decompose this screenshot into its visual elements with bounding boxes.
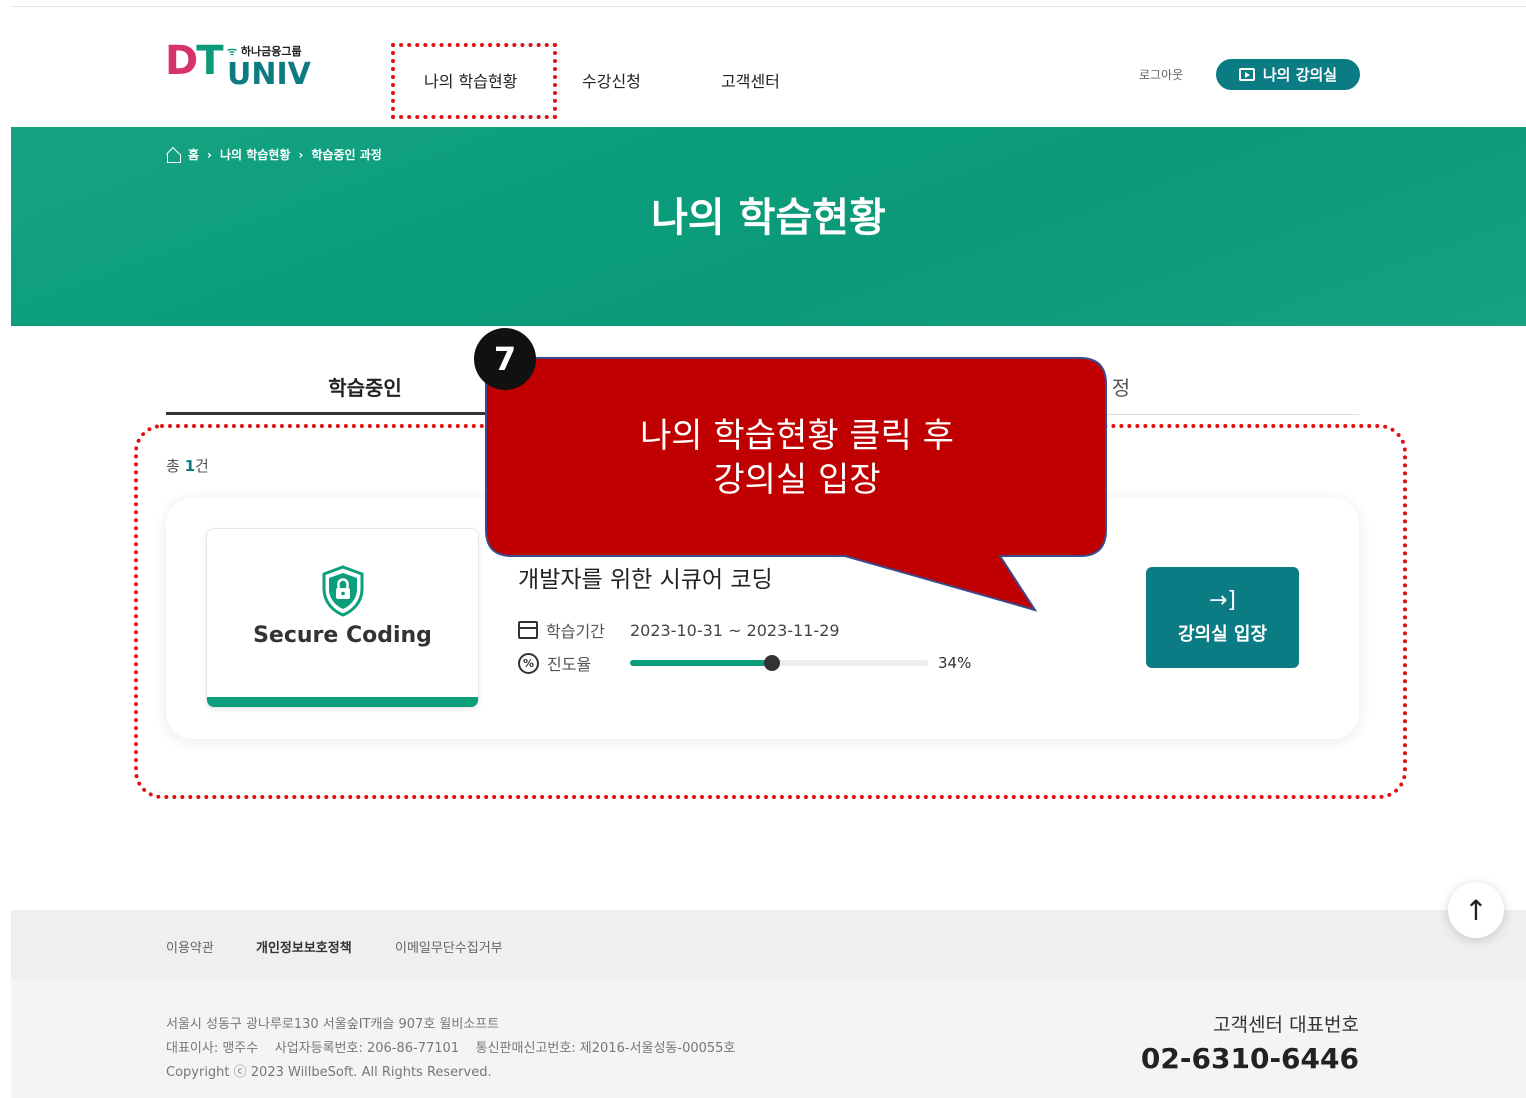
total-count: 총 1건 xyxy=(166,457,209,475)
shield-lock-icon xyxy=(322,565,364,617)
progress-row: % 진도율 34% xyxy=(518,651,971,675)
progress-percent: 34% xyxy=(938,654,972,672)
page: DT ᯤ 하나금융그룹 UNIV 나의 학습현황 수강신청 고객센터 로그아웃 … xyxy=(0,0,1526,1098)
page-title: 나의 학습현황 xyxy=(651,195,886,241)
footer-business-info: 대표이사: 맹주수 사업자등록번호: 206-86-77101 통신판매신고번호… xyxy=(166,1041,736,1056)
login-arrow-icon: →] xyxy=(1208,587,1237,613)
page-banner: 홈 › 나의 학습현황 › 학습중인 과정 나의 학습현황 xyxy=(11,127,1526,326)
home-icon[interactable] xyxy=(166,148,181,163)
footer-copyright: Copyright ⓒ 2023 WillbeSoft. All Rights … xyxy=(166,1065,492,1080)
logout-link[interactable]: 로그아웃 xyxy=(1139,66,1183,83)
progress-bar xyxy=(630,655,928,671)
footer-link-terms[interactable]: 이용약관 xyxy=(166,937,214,956)
footer-links-bar: 이용약관 개인정보보호정책 이메일무단수집거부 xyxy=(11,910,1526,980)
scroll-to-top-button[interactable]: ↑ xyxy=(1448,882,1504,938)
step-number-badge: 7 xyxy=(474,328,536,390)
breadcrumb: 홈 › 나의 학습현황 › 학습중인 과정 xyxy=(166,146,382,163)
progress-fill xyxy=(630,660,772,666)
footer-link-email-refusal[interactable]: 이메일무단수집거부 xyxy=(395,937,503,956)
arrow-up-icon: ↑ xyxy=(1464,893,1488,927)
course-thumbnail[interactable]: Secure Coding xyxy=(206,528,479,708)
percent-icon: % xyxy=(518,652,539,674)
play-screen-icon xyxy=(1238,68,1255,81)
callout-text: 나의 학습현황 클릭 후 강의실 입장 xyxy=(640,416,954,500)
my-classroom-button[interactable]: 나의 강의실 xyxy=(1216,59,1360,90)
progress-knob xyxy=(763,655,780,671)
site-logo[interactable]: DT ᯤ 하나금융그룹 UNIV xyxy=(165,33,311,93)
nav-customer-center[interactable]: 고객센터 xyxy=(721,68,780,92)
nav-highlight-box xyxy=(391,43,557,119)
footer-address: 서울시 성동구 광나루로130 서울숲IT캐슬 907호 윌비소프트 xyxy=(166,1017,500,1032)
logo-univ-text: UNIV xyxy=(227,57,311,92)
breadcrumb-current[interactable]: 학습중인 과정 xyxy=(311,146,381,163)
progress-label: 진도율 xyxy=(547,655,592,674)
footer-info: 서울시 성동구 광나루로130 서울숲IT캐슬 907호 윌비소프트 대표이사:… xyxy=(11,980,1526,1098)
customer-center-label: 고객센터 대표번호 xyxy=(1213,1014,1359,1036)
thumbnail-accent-bar xyxy=(207,697,478,707)
breadcrumb-my-learning[interactable]: 나의 학습현황 xyxy=(220,146,290,163)
customer-center-phone[interactable]: 02-6310-6446 xyxy=(1141,1042,1359,1075)
chevron-right-icon: › xyxy=(298,147,304,162)
enter-classroom-button[interactable]: →] 강의실 입장 xyxy=(1146,567,1299,668)
breadcrumb-home[interactable]: 홈 xyxy=(188,146,199,163)
logo-mark: DT xyxy=(165,38,224,84)
my-classroom-label: 나의 강의실 xyxy=(1262,66,1338,84)
nav-course-registration[interactable]: 수강신청 xyxy=(582,68,641,92)
enter-classroom-label: 강의실 입장 xyxy=(1177,623,1268,645)
thumbnail-title: Secure Coding xyxy=(253,623,432,648)
footer-link-privacy[interactable]: 개인정보보호정책 xyxy=(256,937,352,956)
chevron-right-icon: › xyxy=(207,147,212,162)
